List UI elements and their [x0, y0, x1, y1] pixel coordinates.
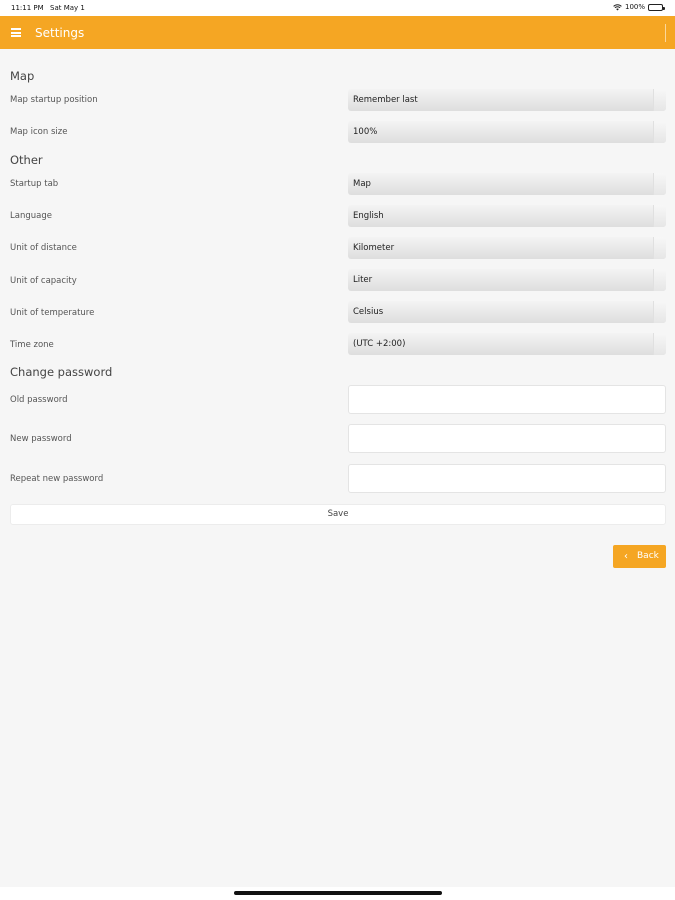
startup-tab-label: Startup tab — [10, 179, 59, 189]
time-zone-value: (UTC +2:00) — [353, 339, 406, 349]
app-header: Settings — [0, 16, 675, 49]
select-arrow — [653, 89, 666, 111]
unit-of-capacity-label: Unit of capacity — [10, 276, 77, 286]
menu-icon[interactable] — [11, 28, 21, 37]
select-arrow — [653, 301, 666, 323]
new-password-field[interactable] — [348, 424, 666, 453]
select-arrow — [653, 269, 666, 291]
language-label: Language — [10, 211, 52, 221]
chevron-left-icon: ‹ — [624, 551, 628, 562]
unit-of-capacity-select[interactable]: Liter — [348, 269, 666, 291]
language-select[interactable]: English — [348, 205, 666, 227]
status-time: 11:11 PM — [11, 4, 44, 12]
back-button[interactable]: ‹ Back — [613, 545, 666, 568]
language-value: English — [353, 211, 384, 221]
repeat-new-password-field[interactable] — [348, 464, 666, 493]
time-zone-label: Time zone — [10, 340, 54, 350]
status-indicators: 100% — [613, 3, 665, 11]
map-startup-position-value: Remember last — [353, 95, 418, 105]
select-arrow — [653, 173, 666, 195]
unit-of-temperature-value: Celsius — [353, 307, 384, 317]
select-arrow — [653, 333, 666, 355]
unit-of-distance-label: Unit of distance — [10, 243, 77, 253]
battery-icon — [648, 3, 665, 11]
time-zone-select[interactable]: (UTC +2:00) — [348, 333, 666, 355]
map-icon-size-label: Map icon size — [10, 127, 68, 137]
startup-tab-value: Map — [353, 179, 371, 189]
page-title: Settings — [35, 26, 85, 40]
select-arrow — [653, 205, 666, 227]
old-password-label: Old password — [10, 395, 68, 405]
unit-of-distance-select[interactable]: Kilometer — [348, 237, 666, 259]
unit-of-temperature-select[interactable]: Celsius — [348, 301, 666, 323]
map-startup-position-select[interactable]: Remember last — [348, 89, 666, 111]
save-button[interactable]: Save — [10, 504, 666, 525]
select-arrow — [653, 121, 666, 143]
select-arrow — [653, 237, 666, 259]
battery-percent: 100% — [624, 3, 645, 11]
header-divider — [665, 24, 666, 42]
map-icon-size-select[interactable]: 100% — [348, 121, 666, 143]
repeat-new-password-label: Repeat new password — [10, 474, 104, 484]
status-date: Sat May 1 — [50, 4, 85, 12]
unit-of-capacity-value: Liter — [353, 275, 373, 285]
old-password-field[interactable] — [348, 385, 666, 414]
unit-of-distance-value: Kilometer — [353, 243, 395, 253]
startup-tab-select[interactable]: Map — [348, 173, 666, 195]
unit-of-temperature-label: Unit of temperature — [10, 308, 95, 318]
home-indicator — [234, 891, 442, 895]
status-bar: 11:11 PM Sat May 1 100% — [0, 0, 675, 16]
back-button-label: Back — [637, 551, 659, 561]
new-password-label: New password — [10, 434, 72, 444]
wifi-icon — [613, 3, 622, 11]
map-startup-position-label: Map startup position — [10, 95, 98, 105]
section-title-other: Other — [10, 153, 43, 167]
section-title-change-password: Change password — [10, 365, 113, 379]
section-title-map: Map — [10, 69, 35, 83]
map-icon-size-value: 100% — [353, 127, 378, 137]
